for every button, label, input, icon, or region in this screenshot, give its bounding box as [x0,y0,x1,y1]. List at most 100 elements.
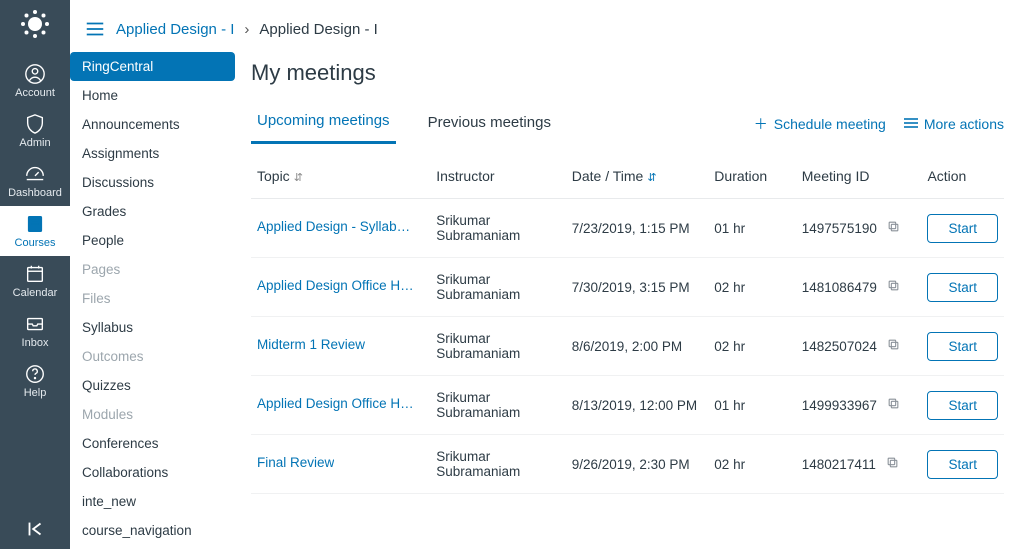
nav-inbox[interactable]: Inbox [0,306,70,356]
coursenav-item[interactable]: Modules [70,400,235,429]
meeting-id-cell: 1497575190 [796,199,922,258]
table-row: Applied Design Office Hours … SrikumarSub… [251,258,1004,317]
course-nav: RingCentralHomeAnnouncementsAssignmentsD… [70,52,235,545]
coursenav-item[interactable]: Announcements [70,110,235,139]
sort-icon: ⇵ [647,172,656,184]
nav-dashboard[interactable]: Dashboard [0,156,70,206]
meeting-topic-link[interactable]: Applied Design Office Hours … [257,278,417,293]
hamburger-icon[interactable] [84,18,106,40]
coursenav-item[interactable]: Home [70,81,235,110]
table-row: Midterm 1 ReviewSrikumarSubramaniam8/6/2… [251,317,1004,376]
menu-icon [904,116,918,132]
start-button[interactable]: Start [927,332,998,361]
table-row: Applied Design - Syllabus Re… SrikumarSub… [251,199,1004,258]
global-sidenav: Account Admin Dashboard Courses Calendar… [0,0,70,549]
start-button[interactable]: Start [927,214,998,243]
datetime-cell: 7/23/2019, 1:15 PM [566,199,709,258]
col-topic[interactable]: Topic⇵ [251,158,430,199]
duration-cell: 02 hr [708,258,795,317]
main-content: My meetings Upcoming meetings Previous m… [235,52,1024,549]
nav-calendar[interactable]: Calendar [0,256,70,306]
duration-cell: 01 hr [708,199,795,258]
start-button[interactable]: Start [927,391,998,420]
user-icon [24,63,46,85]
instructor-cell: SrikumarSubramaniam [430,435,566,494]
more-actions-button[interactable]: More actions [904,116,1004,132]
meetings-table: Topic⇵ Instructor Date / Time⇵ Duration … [251,158,1004,494]
breadcrumb-bar: Applied Design - I › Applied Design - I [70,0,1024,52]
coursenav-item[interactable]: RingCentral [70,52,235,81]
copy-icon[interactable] [886,457,899,472]
col-instructor[interactable]: Instructor [430,158,566,199]
meeting-id-cell: 1482507024 [796,317,922,376]
duration-cell: 02 hr [708,317,795,376]
nav-label: Courses [15,237,56,249]
instructor-cell: SrikumarSubramaniam [430,258,566,317]
nav-help[interactable]: Help [0,356,70,406]
coursenav-item[interactable]: Conferences [70,429,235,458]
copy-icon[interactable] [887,398,900,413]
coursenav-item[interactable]: Pages [70,255,235,284]
coursenav-item[interactable]: Assignments [70,139,235,168]
tab-previous[interactable]: Previous meetings [422,106,557,143]
datetime-cell: 8/13/2019, 12:00 PM [566,376,709,435]
coursenav-item[interactable]: People [70,226,235,255]
meeting-topic-link[interactable]: Applied Design Office Hours … [257,396,417,411]
page-title: My meetings [251,60,1004,86]
col-duration[interactable]: Duration [708,158,795,199]
tab-upcoming[interactable]: Upcoming meetings [251,104,396,144]
datetime-cell: 8/6/2019, 2:00 PM [566,317,709,376]
copy-icon[interactable] [887,339,900,354]
nav-courses[interactable]: Courses [0,206,70,256]
meeting-id-cell: 1480217411 [796,435,922,494]
copy-icon[interactable] [887,280,900,295]
book-icon [24,213,46,235]
meeting-topic-link[interactable]: Midterm 1 Review [257,337,365,352]
coursenav-item[interactable]: course_navigation [70,516,235,545]
col-meeting-id[interactable]: Meeting ID [796,158,922,199]
schedule-meeting-button[interactable]: ＋ Schedule meeting [754,114,886,134]
schedule-label: Schedule meeting [774,116,886,132]
help-icon [24,363,46,385]
coursenav-item[interactable]: Quizzes [70,371,235,400]
coursenav-item[interactable]: Grades [70,197,235,226]
duration-cell: 01 hr [708,376,795,435]
calendar-icon [24,263,46,285]
nav-account[interactable]: Account [0,56,70,106]
gauge-icon [24,163,46,185]
meeting-topic-link[interactable]: Applied Design - Syllabus Re… [257,219,417,234]
breadcrumb-course-link[interactable]: Applied Design - I [116,21,234,38]
collapse-nav-button[interactable] [0,509,70,549]
nav-label: Calendar [13,287,58,299]
sort-icon: ⇵ [294,172,303,184]
col-datetime[interactable]: Date / Time⇵ [566,158,709,199]
meeting-topic-link[interactable]: Final Review [257,455,334,470]
nav-label: Help [24,387,47,399]
coursenav-item[interactable]: inte_new [70,487,235,516]
copy-icon[interactable] [887,221,900,236]
more-label: More actions [924,116,1004,132]
table-row: Final Review SrikumarSubramaniam9/26/2019… [251,435,1004,494]
meeting-id-cell: 1481086479 [796,258,922,317]
coursenav-item[interactable]: Outcomes [70,342,235,371]
meeting-id-cell: 1499933967 [796,376,922,435]
col-action: Action [921,158,1004,199]
shield-icon [24,113,46,135]
inbox-icon [24,313,46,335]
datetime-cell: 9/26/2019, 2:30 PM [566,435,709,494]
start-button[interactable]: Start [927,450,998,479]
coursenav-item[interactable]: Files [70,284,235,313]
nav-label: Account [15,87,55,99]
coursenav-item[interactable]: Discussions [70,168,235,197]
table-row: Applied Design Office Hours …SrikumarSub… [251,376,1004,435]
canvas-logo[interactable] [17,6,53,42]
duration-cell: 02 hr [708,435,795,494]
breadcrumb-current: Applied Design - I [259,21,377,38]
nav-label: Dashboard [8,187,62,199]
start-button[interactable]: Start [927,273,998,302]
instructor-cell: SrikumarSubramaniam [430,199,566,258]
nav-label: Admin [19,137,50,149]
coursenav-item[interactable]: Syllabus [70,313,235,342]
nav-admin[interactable]: Admin [0,106,70,156]
coursenav-item[interactable]: Collaborations [70,458,235,487]
